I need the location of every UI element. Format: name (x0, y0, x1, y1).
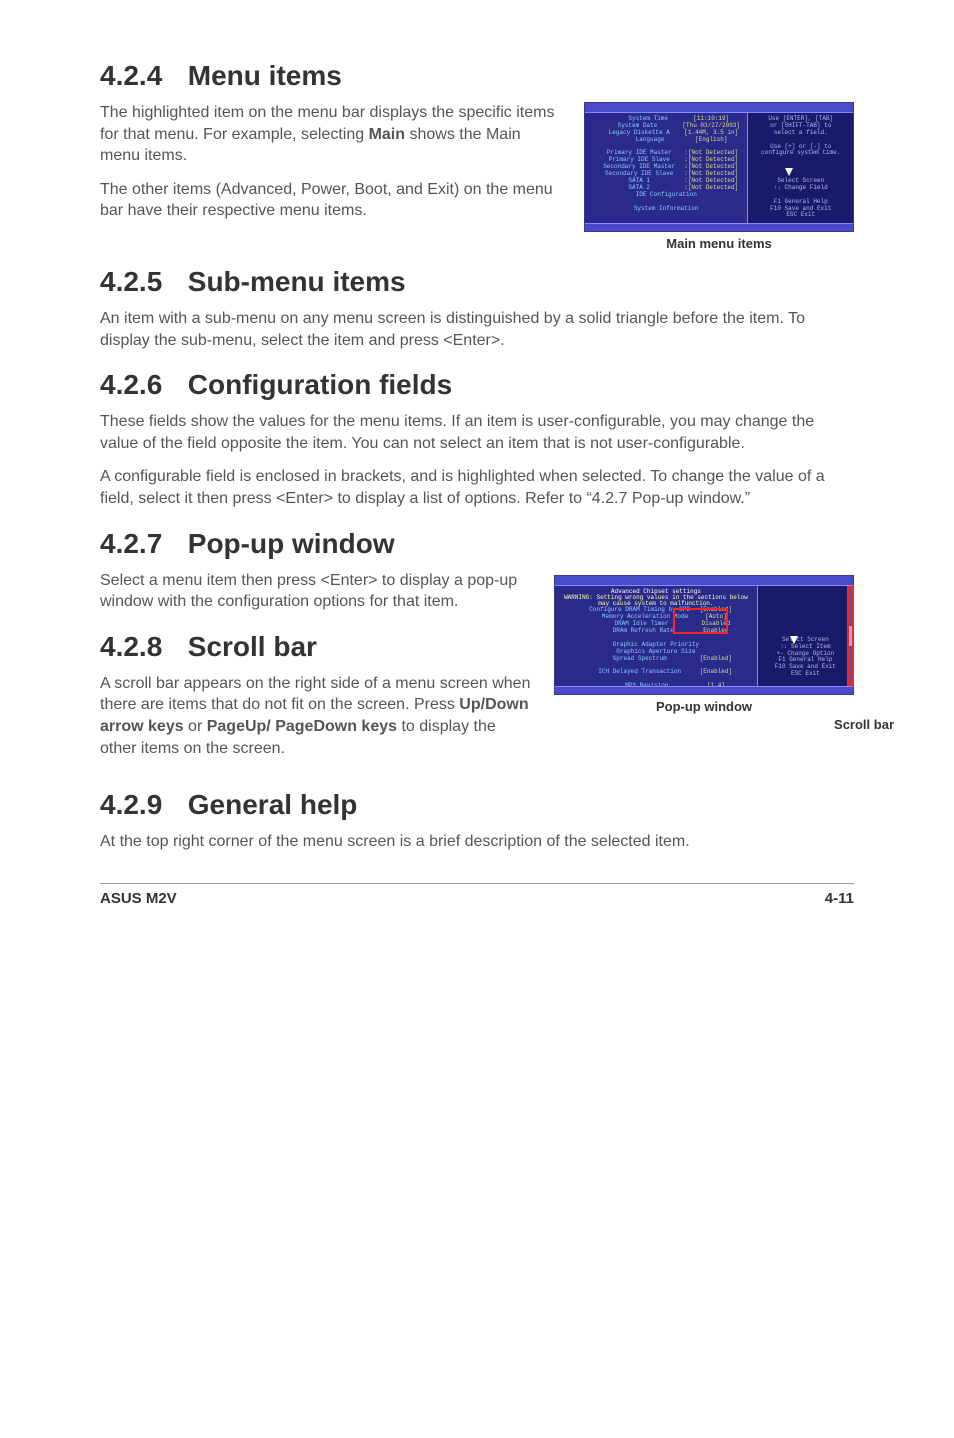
heading-num: 4.2.5 (100, 266, 180, 298)
heading-427: 4.2.7 Pop-up window (100, 528, 854, 560)
heading-429: 4.2.9 General help (100, 789, 854, 821)
heading-num: 4.2.4 (100, 60, 180, 92)
s427-p1: Select a menu item then press <Enter> to… (100, 570, 534, 613)
heading-num: 4.2.7 (100, 528, 180, 560)
s426-p2: A configurable field is enclosed in brac… (100, 466, 854, 509)
s428-p1: A scroll bar appears on the right side o… (100, 673, 534, 759)
bios-main-screenshot: System Time[11:10:19]System Date[Thu 03/… (584, 102, 854, 232)
s426-p1: These fields show the values for the men… (100, 411, 854, 454)
s424-p2: The other items (Advanced, Power, Boot, … (100, 179, 564, 222)
heading-num: 4.2.9 (100, 789, 180, 821)
heading-title: Scroll bar (188, 631, 317, 662)
heading-title: General help (188, 789, 358, 820)
footer-left: ASUS M2V (100, 890, 177, 907)
s424-p1: The highlighted item on the menu bar dis… (100, 102, 564, 167)
heading-426: 4.2.6 Configuration fields (100, 369, 854, 401)
scrollbar-thumb[interactable] (848, 626, 853, 646)
heading-424: 4.2.4 Menu items (100, 60, 854, 92)
heading-num: 4.2.6 (100, 369, 180, 401)
heading-title: Configuration fields (188, 369, 452, 400)
heading-425: 4.2.5 Sub-menu items (100, 266, 854, 298)
heading-num: 4.2.8 (100, 631, 180, 663)
s429-p1: At the top right corner of the menu scre… (100, 831, 854, 853)
s425-p1: An item with a sub-menu on any menu scre… (100, 308, 854, 351)
text-bold: PageUp/ PageDown keys (207, 718, 397, 735)
heading-title: Pop-up window (188, 528, 395, 559)
text: or (184, 718, 207, 735)
footer: ASUS M2V 4-11 (100, 883, 854, 907)
footer-right: 4-11 (825, 890, 854, 907)
caption-main-menu: Main menu items (584, 236, 854, 251)
heading-title: Sub-menu items (188, 266, 406, 297)
heading-title: Menu items (188, 60, 342, 91)
text-bold: Main (369, 126, 405, 143)
caption-scrollbar: Scroll bar (834, 717, 894, 732)
heading-428: 4.2.8 Scroll bar (100, 631, 534, 663)
caption-popup: Pop-up window (554, 699, 854, 714)
bios-popup-screenshot: Advanced Chipset settingsWARNING: Settin… (554, 575, 854, 695)
